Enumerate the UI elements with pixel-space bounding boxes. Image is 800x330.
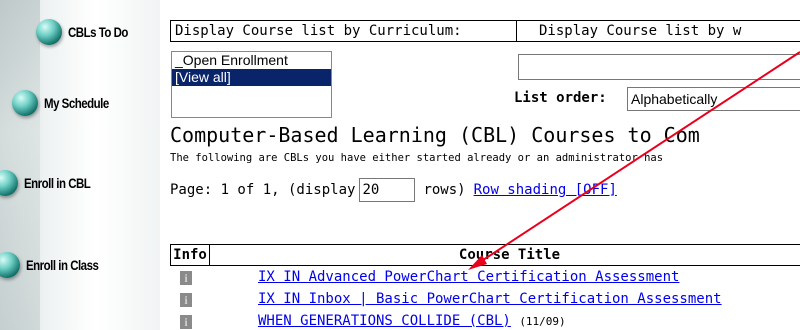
sphere-icon [36, 19, 62, 45]
nav-cbls-to-do[interactable]: CBLs To Do [36, 17, 141, 47]
column-header-info: Info [170, 244, 210, 266]
course-title-link[interactable]: IX IN Advanced PowerChart Certification … [258, 269, 679, 285]
info-icon[interactable]: i [180, 315, 192, 329]
sphere-icon [0, 252, 20, 278]
nav-my-schedule[interactable]: My Schedule [12, 88, 123, 118]
sphere-icon [0, 170, 18, 196]
pager: Page: 1 of 1, (display 20 rows) Row shad… [170, 178, 617, 202]
page-description: The following are CBLs you have either s… [170, 152, 664, 164]
nav-label: Enroll in CBL [24, 175, 91, 191]
nav-label: My Schedule [44, 95, 109, 111]
nav-label: Enroll in Class [26, 257, 99, 273]
other-filter-header: Display Course list by w [517, 20, 800, 42]
list-order-select[interactable]: Alphabetically [627, 87, 800, 111]
curriculum-header: Display Course list by Curriculum: [170, 20, 517, 42]
filter-textbox[interactable] [518, 54, 800, 80]
rows-per-page-input[interactable]: 20 [359, 178, 416, 202]
table-row: i WHEN GENERATIONS COLLIDE (CBL) (11/09) [160, 312, 800, 330]
table-row: i IX IN Advanced PowerChart Certificatio… [160, 268, 800, 290]
curriculum-option-selected[interactable]: [View all] [172, 69, 331, 86]
info-icon[interactable]: i [180, 271, 192, 285]
curriculum-option[interactable]: _Open Enrollment [172, 52, 331, 69]
course-title-cell: WHEN GENERATIONS COLLIDE (CBL) (11/09) [258, 313, 566, 329]
nav-label: CBLs To Do [68, 24, 128, 40]
column-header-course-title: Course Title [210, 244, 800, 266]
main-content: Display Course list by Curriculum: Displ… [160, 0, 800, 330]
nav-enroll-in-class[interactable]: Enroll in Class [0, 250, 114, 280]
nav-enroll-in-cbl[interactable]: Enroll in CBL [0, 168, 105, 198]
sphere-icon [12, 90, 38, 116]
sidebar-nav: CBLs To Do My Schedule Enroll in CBL Enr… [0, 0, 160, 330]
course-note: (11/09) [519, 315, 566, 328]
course-title-link[interactable]: WHEN GENERATIONS COLLIDE (CBL) [258, 313, 511, 329]
table-row: i IX IN Inbox | Basic PowerChart Certifi… [160, 290, 800, 312]
row-shading-link[interactable]: Row shading [OFF] [474, 182, 617, 198]
course-title-link[interactable]: IX IN Inbox | Basic PowerChart Certifica… [258, 291, 722, 307]
sidebar-shade [0, 0, 40, 330]
pager-suffix: rows) [423, 182, 466, 198]
pager-prefix: Page: 1 of 1, (display [170, 182, 356, 198]
page-title: Computer-Based Learning (CBL) Courses to… [170, 123, 700, 147]
info-icon[interactable]: i [180, 293, 192, 307]
list-order-label: List order: [514, 90, 607, 106]
curriculum-listbox[interactable]: _Open Enrollment [View all] [171, 51, 332, 118]
